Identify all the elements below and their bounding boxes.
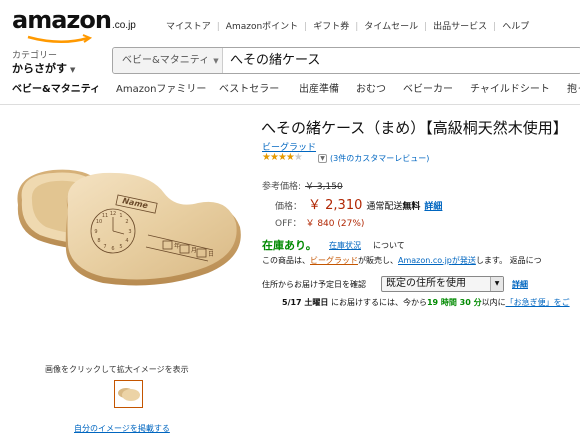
nav-item-carriers[interactable]: 抱っ	[567, 80, 580, 95]
search-input[interactable]	[230, 51, 570, 70]
header-divider	[0, 104, 580, 105]
nav-item-car-seats[interactable]: チャイルドシート	[470, 80, 550, 95]
clock-number: 1	[119, 213, 122, 219]
clock-number: 11	[102, 213, 108, 219]
toplink-seller-services[interactable]: 出品サービス	[433, 22, 487, 32]
caret-down-icon: ▼	[213, 57, 219, 65]
delivery-after: 以内に	[481, 298, 506, 307]
discount-label: OFF：	[275, 219, 302, 229]
amazon-logo[interactable]: amazon.co.jp	[12, 6, 136, 43]
toplink-timesale[interactable]: タイムセール	[364, 22, 418, 32]
clock-number: 7	[103, 244, 106, 250]
date-field-month: 月	[191, 247, 197, 254]
nav-item-strollers[interactable]: ベビーカー	[403, 80, 453, 95]
reference-price-label: 参考価格:	[262, 182, 302, 192]
express-shipping-link[interactable]: 「お急ぎ便」をご	[506, 298, 570, 307]
clock-number: 9	[94, 229, 97, 235]
reference-price-row: 参考価格: ￥ 3,150	[262, 179, 343, 192]
product-image[interactable]: Name 12 1 2 3 4 5 6 7 8 9 10 11 年 月 日	[8, 155, 248, 305]
address-detail-link[interactable]: 詳細	[512, 279, 528, 290]
nav-item-baby[interactable]: ベビー&マタニティ	[12, 80, 100, 95]
price: ￥ 2,310	[308, 198, 363, 213]
toplink-mystore[interactable]: マイストア	[166, 22, 211, 32]
delivery-date: 5/17 土曜日	[282, 298, 329, 307]
star-filled-icon: ★	[277, 152, 287, 163]
date-field-day: 日	[208, 251, 214, 258]
image-thumbnail[interactable]	[114, 380, 143, 408]
reference-price: ￥ 3,150	[305, 182, 343, 192]
caret-down-icon: ▼	[490, 277, 503, 291]
thumbnail-image	[118, 388, 140, 401]
clock-number: 8	[97, 238, 100, 244]
clock-number: 5	[119, 244, 122, 250]
product-title: へその緒ケース（まめ）【高級桐天然木使用】	[261, 119, 568, 137]
category-main-label: からさがす	[12, 62, 67, 75]
search-department-label: ベビー&マタニティ	[122, 55, 210, 66]
zoom-hint: 画像をクリックして拡大イメージを表示	[45, 365, 189, 374]
delivery-estimate: 5/17 土曜日 にお届けするには、今から19 時間 30 分以内に「お急ぎ便」…	[282, 297, 570, 308]
shipping-info: 通常配送無料	[366, 202, 420, 212]
seller-middle: が販売し、	[358, 256, 398, 265]
smile-arrow-icon	[27, 34, 93, 43]
nav-item-diapers[interactable]: おむつ	[356, 80, 386, 95]
address-select[interactable]: 既定の住所を使用 ▼	[381, 276, 504, 292]
delivery-countdown: 19 時間 30 分	[426, 298, 482, 307]
reviews-link[interactable]: (3件のカスタマーレビュー)	[330, 153, 429, 164]
caret-down-icon: ▼	[70, 66, 76, 74]
star-filled-icon: ★	[262, 152, 271, 163]
toplink-points[interactable]: Amazonポイント	[226, 22, 298, 32]
upload-own-image-link[interactable]: 自分のイメージを掲載する	[74, 423, 170, 434]
stock-status-suffix: について	[373, 241, 405, 250]
address-label: 住所からお届け予定日を確認	[262, 280, 366, 289]
nav-item-bestseller[interactable]: ベストセラー	[219, 80, 279, 95]
clock-number: 2	[125, 219, 128, 225]
seller-prefix: この商品は、	[262, 256, 310, 265]
nav-item-birth-prep[interactable]: 出産準備	[299, 80, 339, 95]
shipping-detail-link[interactable]: 詳細	[424, 202, 442, 212]
category-nav: ベビー&マタニティ Amazonファミリー ベストセラー 出産準備 おむつ ベビ…	[0, 80, 580, 96]
clock-number: 12	[110, 211, 116, 217]
stock-status-link[interactable]: 在庫状況	[329, 240, 361, 251]
shipping-prefix: 通常配送	[366, 202, 403, 212]
date-field-year: 年	[174, 242, 180, 250]
star-empty-icon: ★	[293, 152, 303, 163]
clock-number: 4	[125, 238, 128, 244]
shipper-link[interactable]: Amazon.co.jp	[398, 256, 452, 265]
category-dropdown[interactable]: からさがす ▼	[12, 60, 75, 76]
delivery-mid: にお届けするには、今から	[330, 298, 427, 307]
star-filled-icon: ★	[285, 152, 295, 163]
address-select-value: 既定の住所を使用	[386, 278, 466, 289]
seller-suffix: します。 返品につ	[475, 256, 542, 265]
toplink-giftcards[interactable]: ギフト券	[313, 22, 349, 32]
search-bar: ベビー&マタニティ ▼	[112, 47, 580, 74]
chevron-down-icon[interactable]: ▼	[318, 154, 327, 163]
top-links: マイストア | Amazonポイント | ギフト券 | タイムセール | 出品サービス | ヘルプ	[166, 22, 530, 32]
seller-link[interactable]: ビーグラッド	[310, 256, 358, 265]
seller-line: この商品は、ビーグラッドが販売し、Amazon.co.jpが発送します。 返品に…	[262, 255, 542, 266]
discount-value: ￥ 840 (27%)	[305, 219, 365, 229]
discount-row: OFF： ￥ 840 (27%)	[275, 216, 364, 229]
clock-number: 10	[96, 219, 102, 225]
price-label: 価格：	[275, 202, 303, 212]
shipper-suffix[interactable]: が発送	[452, 256, 476, 265]
nav-item-family[interactable]: Amazonファミリー	[116, 80, 206, 95]
clock-number: 6	[111, 246, 114, 252]
search-department-select[interactable]: ベビー&マタニティ ▼	[113, 48, 223, 73]
header: amazon.co.jp マイストア | Amazonポイント | ギフト券 | タイムセー…	[0, 0, 580, 105]
logo-tld: .co.jp	[111, 20, 136, 31]
price-row: 価格： ￥ 2,310 通常配送無料 詳細	[275, 194, 442, 213]
star-filled-icon: ★	[269, 152, 279, 163]
shipping-free: 無料	[402, 202, 421, 212]
rating-stars[interactable]: ★★★★★	[262, 152, 303, 163]
stock-status: 在庫あり。	[262, 239, 317, 252]
toplink-help[interactable]: ヘルプ	[502, 22, 529, 32]
logo-text: amazon	[12, 6, 112, 34]
clock-number: 3	[128, 229, 131, 235]
